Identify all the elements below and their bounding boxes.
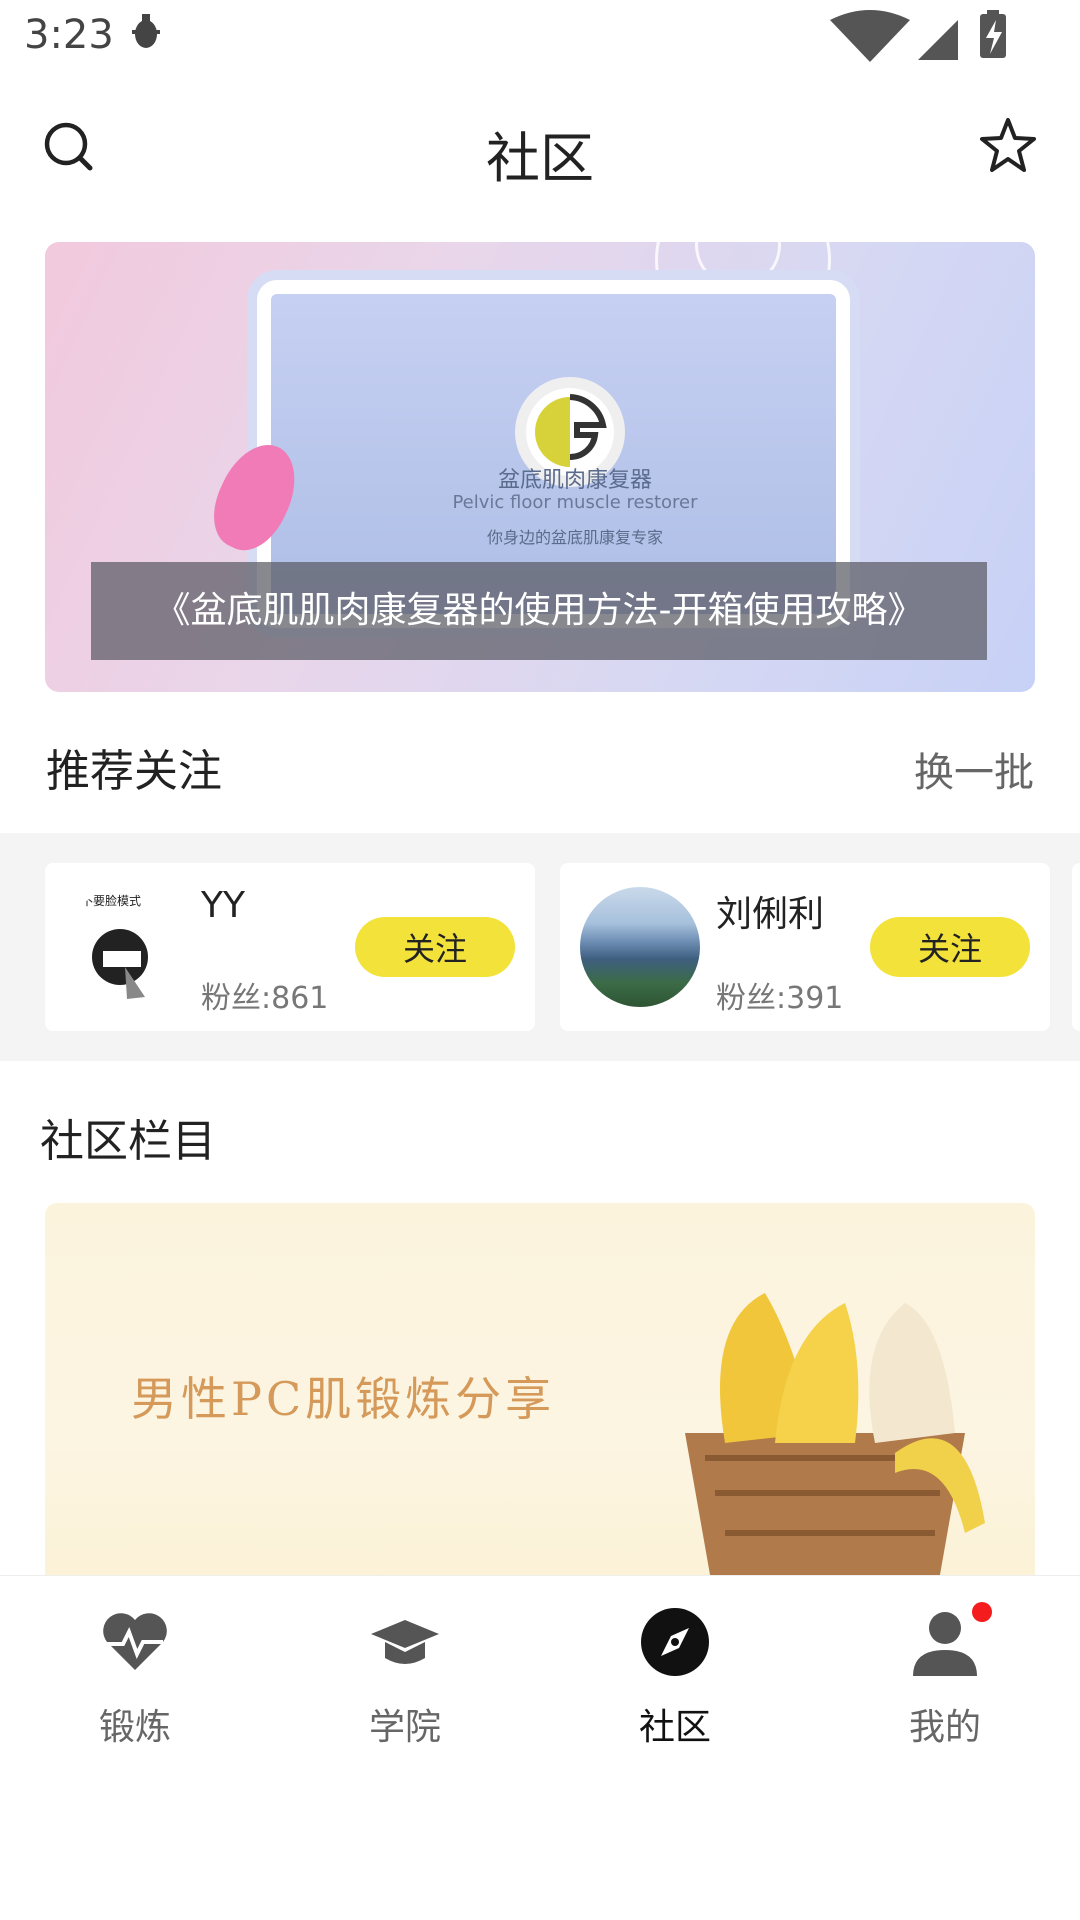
svg-text:启不要脸模式: 启不要脸模式 <box>69 894 141 908</box>
star-icon[interactable] <box>978 116 1038 176</box>
avatar[interactable] <box>580 887 700 1007</box>
user-icon <box>913 1612 977 1676</box>
bottom-navigation: 锻炼 学院 社区 我的 <box>0 1575 1080 1766</box>
product-name: 盆底肌肉康复器 <box>497 468 652 493</box>
banner-caption: 《盆底肌肌肉康复器的使用方法-开箱使用攻略》 <box>91 562 987 660</box>
system-status-icons <box>830 10 1020 62</box>
nav-item-community[interactable]: 社区 <box>540 1606 810 1756</box>
signal-icon <box>918 20 958 60</box>
column-card[interactable]: 男性PC肌锻炼分享 <box>45 1203 1035 1593</box>
nav-label: 锻炼 <box>98 1707 171 1748</box>
heart-pulse-icon <box>103 1613 167 1670</box>
nav-label: 社区 <box>638 1707 711 1748</box>
user-fans: 粉丝:861 <box>201 981 329 1016</box>
nav-item-mine[interactable]: 我的 <box>810 1602 1080 1756</box>
refresh-button[interactable]: 换一批 <box>914 740 1034 798</box>
debug-bug-icon <box>124 8 168 63</box>
app-header: 社区 <box>0 100 1080 200</box>
user-card[interactable]: 刘俐利 粉丝:391 关注 <box>560 863 1050 1031</box>
recommend-title: 推荐关注 <box>46 746 222 797</box>
product-slogan: 你身边的盆底肌康复专家 <box>486 528 663 547</box>
column-title: 男性PC肌锻炼分享 <box>131 1372 556 1426</box>
columns-title: 社区栏目 <box>40 1116 216 1167</box>
graduation-cap-icon <box>371 1620 439 1664</box>
user-card-partial[interactable] <box>1072 863 1080 1031</box>
compass-icon <box>641 1608 709 1676</box>
banana-basket-image <box>685 1293 985 1593</box>
banner-carousel[interactable]: 盆底肌肉康复器 Pelvic floor muscle restorer 你身边… <box>45 242 1035 692</box>
nav-label: 我的 <box>908 1707 981 1748</box>
nav-label: 学院 <box>368 1707 441 1748</box>
user-card[interactable]: 启不要脸模式 YY 粉丝:861 关注 <box>45 863 535 1031</box>
notification-badge <box>972 1602 992 1622</box>
follow-button[interactable]: 关注 <box>870 917 1030 977</box>
wifi-icon <box>830 10 910 62</box>
status-time: 3:23 <box>24 12 114 58</box>
user-name: YY <box>201 885 245 926</box>
status-bar: 3:23 <box>0 0 1080 72</box>
recommend-list[interactable]: 启不要脸模式 YY 粉丝:861 关注 刘俐利 粉丝:391 关注 <box>0 833 1080 1061</box>
follow-button[interactable]: 关注 <box>355 917 515 977</box>
page-title: 社区 <box>486 127 594 190</box>
user-name: 刘俐利 <box>716 894 825 935</box>
user-fans: 粉丝:391 <box>716 981 844 1016</box>
nav-item-exercise[interactable]: 锻炼 <box>0 1606 270 1756</box>
nav-item-academy[interactable]: 学院 <box>270 1606 540 1756</box>
avatar[interactable]: 启不要脸模式 <box>65 887 185 1007</box>
product-name-en: Pelvic floor muscle restorer <box>452 492 698 513</box>
